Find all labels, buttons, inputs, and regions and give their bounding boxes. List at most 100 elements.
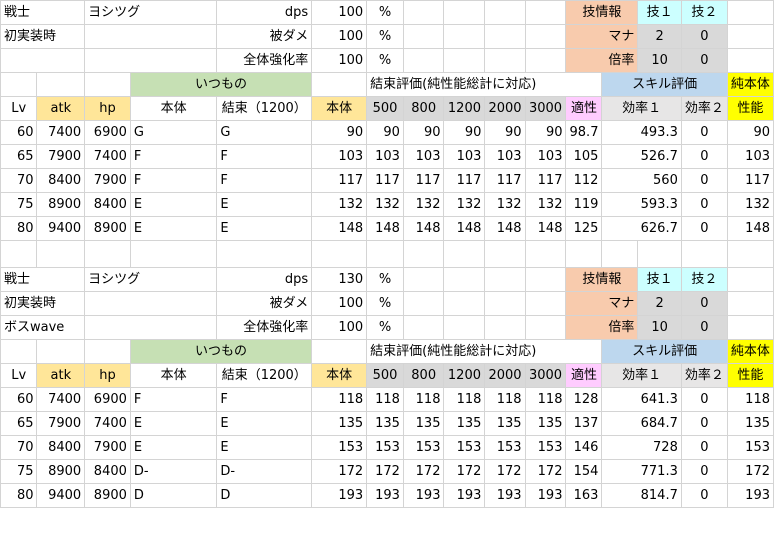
- class-cell[interactable]: 戦士: [0, 267, 86, 292]
- body-rank-cell[interactable]: D: [129, 483, 218, 508]
- lv-header[interactable]: Lv: [0, 363, 38, 388]
- character-name-cell[interactable]: ヨシツグ: [84, 0, 218, 25]
- hp-cell[interactable]: 6900: [84, 387, 131, 412]
- bond-800-cell[interactable]: 132: [402, 192, 445, 217]
- skill1-header[interactable]: 技１: [637, 0, 682, 25]
- aptitude-cell[interactable]: 119: [565, 192, 603, 217]
- body-eval-header[interactable]: 本体: [311, 96, 368, 121]
- aptitude-cell[interactable]: 154: [565, 459, 603, 484]
- multiplier-skill1-cell[interactable]: 10: [637, 315, 682, 340]
- boost-rate-label-cell[interactable]: 全体強化率: [216, 48, 313, 73]
- mana-skill1-cell[interactable]: 2: [637, 291, 682, 316]
- body-rank-cell[interactable]: E: [129, 216, 218, 241]
- dps-value-cell[interactable]: 100: [311, 0, 368, 25]
- efficiency2-cell[interactable]: 0: [680, 168, 728, 193]
- hp-cell[interactable]: 7900: [84, 435, 131, 460]
- lv-cell[interactable]: 70: [0, 168, 38, 193]
- performance-cell[interactable]: 90: [726, 120, 774, 145]
- bond-500-cell[interactable]: 148: [366, 216, 404, 241]
- bond-500-cell[interactable]: 172: [366, 459, 404, 484]
- atk-cell[interactable]: 7400: [36, 387, 86, 412]
- efficiency2-cell[interactable]: 0: [680, 435, 728, 460]
- lv-header[interactable]: Lv: [0, 96, 38, 121]
- bond-3000-cell[interactable]: 118: [524, 387, 567, 412]
- lv-cell[interactable]: 65: [0, 411, 38, 436]
- damage-taken-value-cell[interactable]: 100: [311, 291, 368, 316]
- empty-cell[interactable]: [726, 24, 774, 49]
- dps-value-cell[interactable]: 130: [311, 267, 368, 292]
- performance-cell[interactable]: 172: [726, 459, 774, 484]
- atk-cell[interactable]: 9400: [36, 483, 86, 508]
- boost-rate-unit-cell[interactable]: %: [366, 315, 404, 340]
- hp-cell[interactable]: 7900: [84, 168, 131, 193]
- body-eval-cell[interactable]: 103: [311, 144, 368, 169]
- empty-cell[interactable]: [402, 0, 445, 25]
- performance-cell[interactable]: 153: [726, 435, 774, 460]
- bond-2000-cell[interactable]: 193: [484, 483, 526, 508]
- bond-1200-cell[interactable]: 117: [443, 168, 486, 193]
- efficiency1-cell[interactable]: 493.3: [601, 120, 682, 145]
- performance-cell[interactable]: 132: [726, 192, 774, 217]
- performance-cell[interactable]: 135: [726, 411, 774, 436]
- bond-800-cell[interactable]: 172: [402, 459, 445, 484]
- efficiency1-cell[interactable]: 593.3: [601, 192, 682, 217]
- efficiency2-cell[interactable]: 0: [680, 411, 728, 436]
- bond-800-cell[interactable]: 90: [402, 120, 445, 145]
- efficiency1-cell[interactable]: 560: [601, 168, 682, 193]
- efficiency2-cell[interactable]: 0: [680, 144, 728, 169]
- performance-cell[interactable]: 148: [726, 216, 774, 241]
- performance-cell[interactable]: 103: [726, 144, 774, 169]
- empty-cell[interactable]: [726, 48, 774, 73]
- lv-cell[interactable]: 60: [0, 120, 38, 145]
- atk-cell[interactable]: 8400: [36, 435, 86, 460]
- bond-500-cell[interactable]: 132: [366, 192, 404, 217]
- bond-800-cell[interactable]: 153: [402, 435, 445, 460]
- empty-cell[interactable]: [524, 48, 567, 73]
- empty-cell[interactable]: [484, 48, 526, 73]
- empty-cell[interactable]: [443, 24, 486, 49]
- bond-3000-header[interactable]: 3000: [524, 363, 567, 388]
- bond-rank-cell[interactable]: G: [216, 120, 313, 145]
- empty-cell[interactable]: [0, 339, 38, 364]
- hp-cell[interactable]: 7400: [84, 411, 131, 436]
- bond-3000-cell[interactable]: 193: [524, 483, 567, 508]
- damage-taken-unit-cell[interactable]: %: [366, 291, 404, 316]
- usual-header[interactable]: いつもの: [129, 339, 313, 364]
- empty-cell[interactable]: [484, 315, 526, 340]
- empty-cell[interactable]: [484, 24, 526, 49]
- dps-label-cell[interactable]: dps: [216, 267, 313, 292]
- skill1-header[interactable]: 技１: [637, 267, 682, 292]
- empty-cell[interactable]: [726, 0, 774, 25]
- empty-cell[interactable]: [443, 315, 486, 340]
- boost-rate-label-cell[interactable]: 全体強化率: [216, 315, 313, 340]
- bond-3000-cell[interactable]: 153: [524, 435, 567, 460]
- empty-cell[interactable]: [36, 339, 86, 364]
- bond-1200-eval-header[interactable]: 1200: [443, 363, 486, 388]
- efficiency1-cell[interactable]: 771.3: [601, 459, 682, 484]
- bond-800-header[interactable]: 800: [402, 363, 445, 388]
- dps-label-cell[interactable]: dps: [216, 0, 313, 25]
- skill-info-header[interactable]: 技情報: [565, 267, 639, 292]
- efficiency1-cell[interactable]: 526.7: [601, 144, 682, 169]
- empty-cell[interactable]: [402, 267, 445, 292]
- bond-2000-header[interactable]: 2000: [484, 96, 526, 121]
- bond-1200-cell[interactable]: 118: [443, 387, 486, 412]
- lv-cell[interactable]: 80: [0, 216, 38, 241]
- bond-500-cell[interactable]: 90: [366, 120, 404, 145]
- boost-rate-unit-cell[interactable]: %: [366, 48, 404, 73]
- empty-cell[interactable]: [726, 240, 774, 268]
- efficiency1-header[interactable]: 効率１: [601, 96, 682, 121]
- bond-1200-header[interactable]: 結束（1200）: [216, 96, 313, 121]
- pure-body-header[interactable]: 純本体: [726, 72, 774, 97]
- bond-2000-cell[interactable]: 103: [484, 144, 526, 169]
- mana-label-cell[interactable]: マナ: [565, 24, 639, 49]
- empty-cell[interactable]: [443, 0, 486, 25]
- body-rank-cell[interactable]: G: [129, 120, 218, 145]
- bond-evaluation-header[interactable]: 結束評価(純性能総計に対応): [366, 339, 603, 364]
- empty-cell[interactable]: [0, 72, 38, 97]
- efficiency1-cell[interactable]: 814.7: [601, 483, 682, 508]
- hp-cell[interactable]: 6900: [84, 120, 131, 145]
- empty-cell[interactable]: [311, 72, 368, 97]
- empty-cell[interactable]: [443, 267, 486, 292]
- empty-cell[interactable]: [366, 240, 404, 268]
